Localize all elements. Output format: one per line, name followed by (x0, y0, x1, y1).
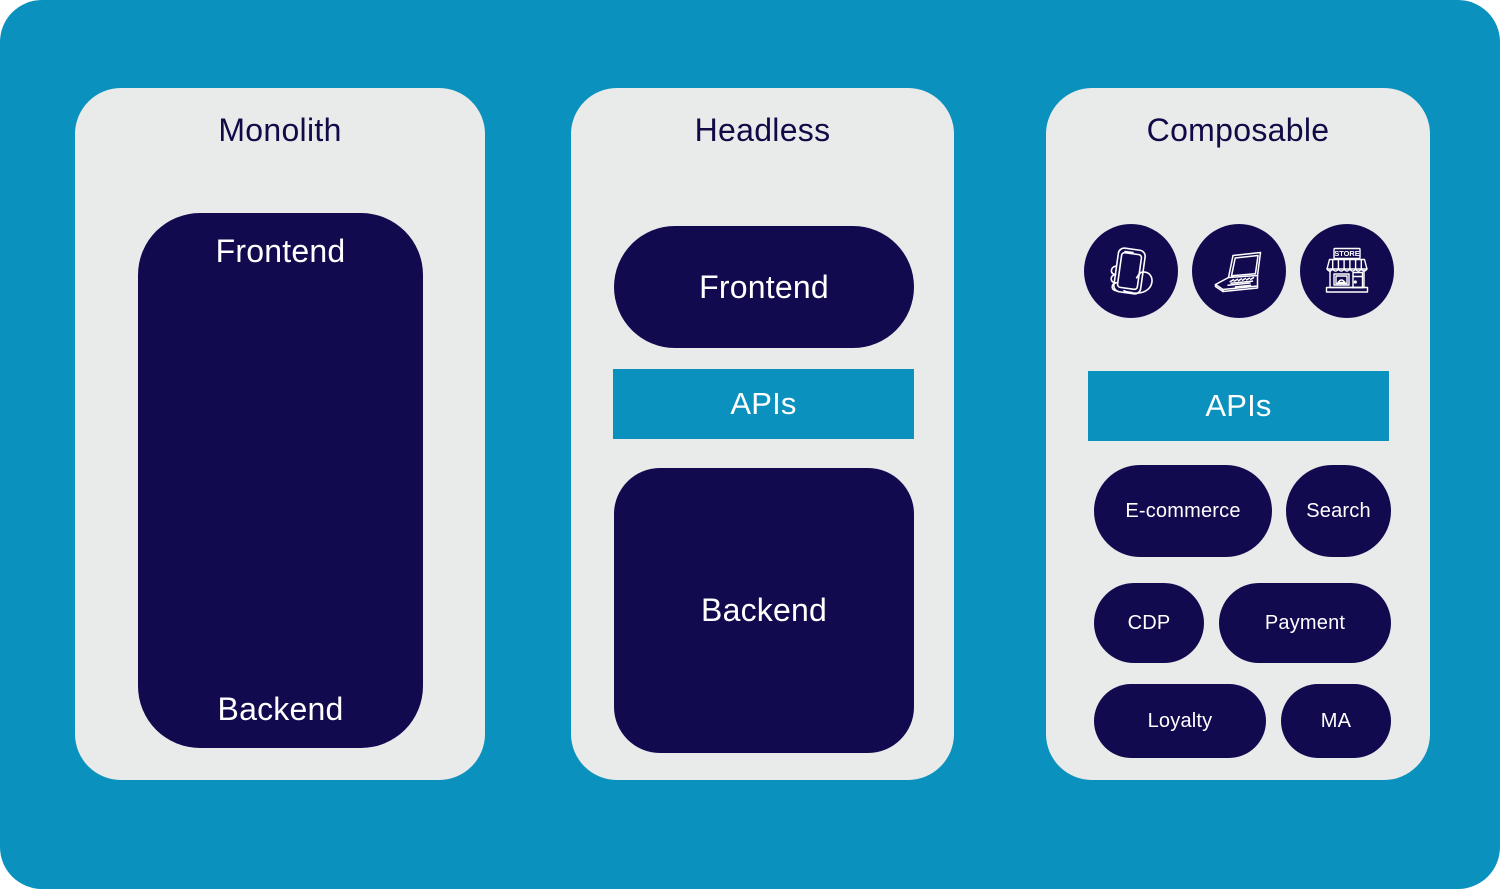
storefront-sign-text: STORE (1334, 249, 1359, 258)
mobile-phone-in-hand-icon (1084, 224, 1178, 318)
monolith-backend-label: Backend (217, 691, 344, 727)
column-title-headless: Headless (694, 112, 831, 148)
headless-frontend-node: Frontend (614, 226, 914, 348)
composable-services-row-3: Loyalty MA (1094, 684, 1391, 758)
service-pill-loyalty: Loyalty (1094, 684, 1266, 758)
laptop-icon (1192, 224, 1286, 318)
monolith-frontend-label: Frontend (215, 233, 346, 269)
column-title-monolith: Monolith (218, 112, 342, 148)
column-monolith: Monolith Frontend Backend (75, 88, 485, 780)
column-headless: Headless Frontend APIs Backend (571, 88, 954, 780)
monolith-block: Frontend Backend (138, 213, 423, 748)
service-pill-cdp: CDP (1094, 583, 1204, 663)
service-pill-ma: MA (1281, 684, 1391, 758)
service-pill-payment: Payment (1219, 583, 1391, 663)
composable-services-row-2: CDP Payment (1094, 583, 1391, 663)
diagram-canvas: Monolith Frontend Backend Headless Front… (0, 0, 1500, 889)
column-title-composable: Composable (1146, 112, 1330, 148)
composable-services-row-1: E-commerce Search (1094, 465, 1391, 557)
composable-apis-bar: APIs (1088, 371, 1389, 441)
storefront-icon: STORE (1300, 224, 1394, 318)
headless-backend-node: Backend (614, 468, 914, 753)
headless-apis-bar: APIs (613, 369, 914, 439)
service-pill-ecommerce: E-commerce (1094, 465, 1272, 557)
composable-channel-icons: STORE (1084, 224, 1394, 318)
column-composable: Composable STORE APIs E-commerce Search … (1046, 88, 1430, 780)
service-pill-search: Search (1286, 465, 1391, 557)
